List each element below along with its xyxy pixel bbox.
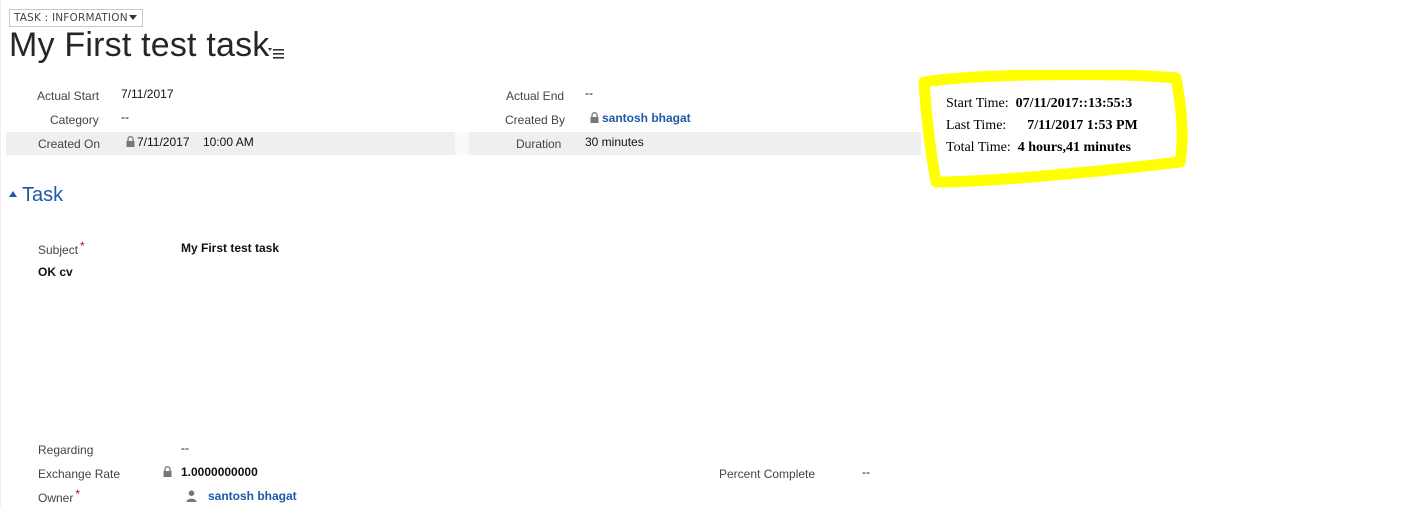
percent-complete-label: Percent Complete xyxy=(719,467,816,481)
exchange-rate-value: 1.0000000000 xyxy=(181,465,258,479)
last-time-line: Last Time: 7/11/2017 1:53 PM xyxy=(946,118,1138,134)
lock-icon xyxy=(163,466,172,477)
duration-value[interactable]: 30 minutes xyxy=(585,135,644,149)
row-separator xyxy=(455,132,469,155)
chevron-down-icon xyxy=(129,15,137,20)
exchange-rate-label: Exchange Rate xyxy=(38,467,121,481)
total-time-value: 4 hours,41 minutes xyxy=(1017,140,1131,155)
lock-icon xyxy=(126,136,135,147)
created-by-link[interactable]: santosh bhagat xyxy=(602,111,691,125)
required-asterisk: * xyxy=(80,239,85,253)
description-field[interactable]: OK cv xyxy=(38,265,73,279)
category-value[interactable]: -- xyxy=(121,110,129,124)
form-selector-dropdown[interactable]: TASK : INFORMATION xyxy=(9,9,143,27)
owner-label: Owner * xyxy=(38,487,80,505)
record-menu-icon[interactable] xyxy=(268,45,284,59)
actual-end-value[interactable]: -- xyxy=(585,86,593,100)
regarding-label: Regarding xyxy=(38,443,94,457)
form-selector-label: TASK : INFORMATION xyxy=(14,12,128,24)
total-time-label: Total Time: xyxy=(946,140,1011,155)
collapse-triangle-icon xyxy=(9,190,17,197)
created-by-label: Created By xyxy=(505,113,566,127)
user-icon xyxy=(186,490,197,502)
last-time-label: Last Time: xyxy=(946,118,1007,133)
page-edge xyxy=(0,0,1,507)
category-label: Category xyxy=(50,113,99,127)
last-time-value: 7/11/2017 1:53 PM xyxy=(1027,118,1138,133)
lock-icon xyxy=(590,112,599,123)
owner-link[interactable]: santosh bhagat xyxy=(208,489,297,503)
subject-label: Subject * xyxy=(38,239,85,257)
actual-start-value[interactable]: 7/11/2017 xyxy=(121,87,174,101)
duration-label: Duration xyxy=(516,137,562,151)
required-asterisk: * xyxy=(75,487,81,501)
created-on-time: 10:00 AM xyxy=(203,135,254,149)
actual-end-label: Actual End xyxy=(506,89,565,103)
percent-complete-value[interactable]: -- xyxy=(862,465,870,479)
regarding-value[interactable]: -- xyxy=(181,441,189,455)
subject-value[interactable]: My First test task xyxy=(181,241,279,255)
start-time-label: Start Time: xyxy=(946,96,1009,111)
created-on-date: 7/11/2017 xyxy=(137,135,190,149)
created-on-label: Created On xyxy=(38,137,101,151)
start-time-line: Start Time: 07/11/2017::13:55:3 xyxy=(946,96,1132,112)
actual-start-label: Actual Start xyxy=(37,89,100,103)
owner-label-text: Owner xyxy=(38,491,74,505)
start-time-value: 07/11/2017::13:55:3 xyxy=(1015,96,1133,111)
total-time-line: Total Time: 4 hours,41 minutes xyxy=(946,140,1131,156)
page-title: My First test task xyxy=(9,26,270,64)
task-section-title: Task xyxy=(22,184,64,206)
task-section-header[interactable]: Task xyxy=(9,184,63,207)
subject-label-text: Subject xyxy=(38,243,79,257)
